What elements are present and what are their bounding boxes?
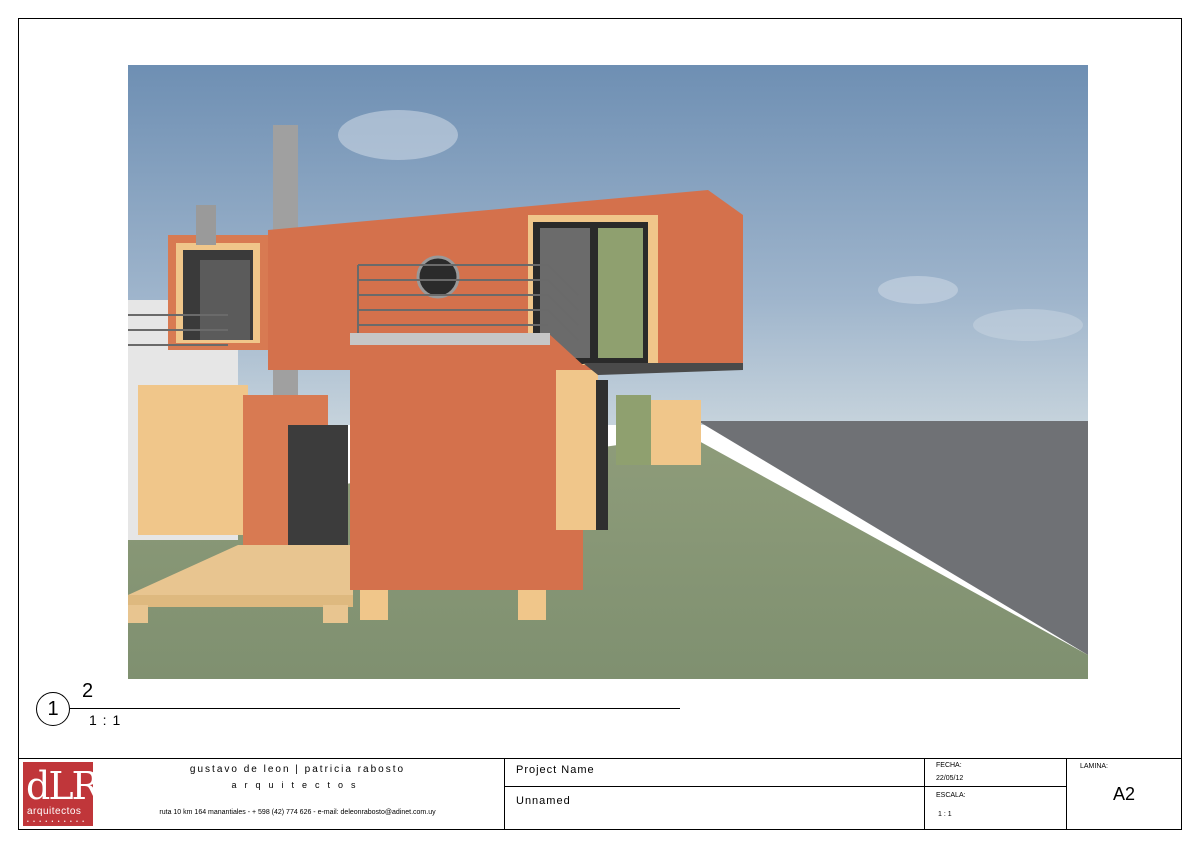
view-name: 2 [82, 680, 94, 702]
firm-address: ruta 10 km 164 manantiales - + 598 (42) … [159, 809, 436, 816]
logo-monogram: dLR [26, 764, 100, 808]
house-render-image [128, 65, 1088, 679]
divider [1066, 758, 1067, 830]
project-name-label: Project Name [516, 764, 595, 776]
lamina-value: A2 [1113, 784, 1136, 804]
firm-name: gustavo de leon | patricia rabosto [189, 764, 406, 775]
escala-label: ESCALA: [936, 792, 966, 799]
project-name-value: Unnamed [516, 795, 571, 807]
firm-logo: dLR arquitectos • • • • • • • • • • [23, 762, 100, 826]
lamina-label: LAMINA: [1080, 763, 1109, 770]
view-number-bubble: 1 [36, 692, 70, 726]
firm-subtitle: arquitectos [231, 780, 364, 790]
logo-subtitle: arquitectos [27, 806, 82, 817]
fecha-value: 22/05/12 [936, 775, 964, 782]
logo-dots: • • • • • • • • • • [27, 819, 86, 825]
view-number: 1 [47, 697, 59, 720]
view-title-line [70, 708, 680, 709]
divider [504, 758, 505, 830]
divider [504, 786, 1066, 787]
escala-value: 1 : 1 [938, 811, 952, 818]
fecha-label: FECHA: [936, 762, 962, 769]
divider [924, 758, 925, 830]
view-scale: 1 : 1 [89, 712, 122, 728]
